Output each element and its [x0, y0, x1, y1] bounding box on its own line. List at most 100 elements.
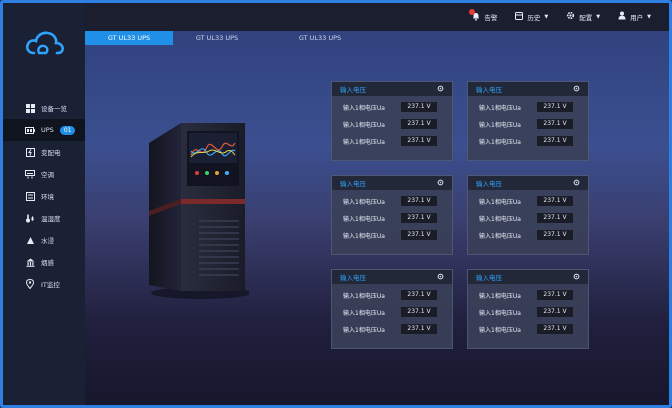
sidebar-item-label: IT监控 [41, 281, 60, 289]
gear-icon [566, 11, 575, 22]
alarm-label: 告警 [484, 13, 498, 22]
sidebar-item-label: 空调 [41, 171, 54, 179]
row-value: 237.1 V [401, 290, 437, 300]
cloud-logo-icon [25, 31, 64, 55]
user-label: 用户 [630, 13, 644, 22]
sidebar-item-label: 环境 [41, 193, 54, 201]
voltage-row: 输入1相电压Ua 237.1 V [468, 321, 588, 337]
row-value: 237.1 V [537, 213, 573, 223]
row-value: 237.1 V [537, 324, 573, 334]
row-value: 237.1 V [401, 102, 437, 112]
gear-icon[interactable] [573, 85, 580, 94]
chevron-down-icon: ▼ [596, 13, 601, 20]
sidebar-item-water-leak[interactable]: 水浸 [3, 229, 85, 251]
history-menu[interactable]: 历史 ▼ [515, 11, 548, 22]
row-value: 237.1 V [401, 136, 437, 146]
sidebar-item-air-conditioning[interactable]: 空调 [3, 163, 85, 185]
sidebar-item-label: 温湿度 [41, 215, 61, 223]
panel-header: 输入电压 [332, 270, 452, 284]
app-window: 设备一览 UPS 01 变配电 空调 环境 温湿度 水浸 烟感 IT监控 告警 … [0, 0, 672, 408]
ups-count-badge: 01 [59, 125, 76, 135]
row-label: 输入1相电压Ua [343, 292, 385, 300]
power-icon [25, 147, 35, 157]
thermometer-icon [25, 213, 35, 223]
bell-icon [469, 9, 480, 21]
row-value: 237.1 V [401, 213, 437, 223]
panel-title: 输入电压 [340, 274, 366, 282]
row-label: 输入1相电压Ua [343, 104, 385, 112]
gear-icon[interactable] [437, 273, 444, 282]
voltage-row: 输入1相电压Ua 237.1 V [332, 193, 452, 209]
row-label: 输入1相电压Ua [479, 215, 521, 223]
row-value: 237.1 V [537, 196, 573, 206]
sidebar-item-ups[interactable]: UPS 01 [3, 119, 85, 141]
row-label: 输入1相电压Ua [343, 232, 385, 240]
panel-title: 输入电压 [476, 180, 502, 188]
config-label: 配置 [579, 13, 593, 22]
voltage-row: 输入1相电压Ua 237.1 V [468, 116, 588, 132]
row-value: 237.1 V [401, 119, 437, 129]
panel-header: 输入电压 [468, 270, 588, 284]
tab-device-1[interactable]: GT UL33 UPS [85, 31, 173, 45]
panel-title: 输入电压 [476, 86, 502, 94]
user-icon [618, 11, 626, 22]
panel-header: 输入电压 [468, 176, 588, 190]
sidebar-item-it-monitoring[interactable]: IT监控 [3, 273, 85, 295]
device-tabs: GT UL33 UPS GT UL33 UPS GT UL33 UPS [85, 31, 379, 45]
row-value: 237.1 V [537, 230, 573, 240]
sidebar-item-temperature-humidity[interactable]: 温湿度 [3, 207, 85, 229]
config-menu[interactable]: 配置 ▼ [566, 11, 600, 22]
gear-icon[interactable] [437, 85, 444, 94]
row-label: 输入1相电压Ua [479, 292, 521, 300]
panel-header: 输入电压 [468, 82, 588, 96]
alarm-button[interactable]: 告警 [469, 9, 498, 22]
voltage-row: 输入1相电压Ua 237.1 V [332, 210, 452, 226]
voltage-row: 输入1相电压Ua 237.1 V [468, 99, 588, 115]
tab-device-2[interactable]: GT UL33 UPS [173, 31, 261, 45]
voltage-row: 输入1相电压Ua 237.1 V [468, 193, 588, 209]
gear-icon[interactable] [573, 179, 580, 188]
row-label: 输入1相电压Ua [479, 198, 521, 206]
sidebar-item-label: 烟感 [41, 259, 54, 267]
gear-icon[interactable] [573, 273, 580, 282]
input-voltage-panel: 输入电压 输入1相电压Ua 237.1 V 输入1相电压Ua 237.1 V 输入1… [467, 269, 589, 349]
voltage-row: 输入1相电压Ua 237.1 V [468, 304, 588, 320]
battery-icon [25, 125, 35, 135]
panel-title: 输入电压 [476, 274, 502, 282]
sidebar-item-environment[interactable]: 环境 [3, 185, 85, 207]
row-value: 237.1 V [537, 136, 573, 146]
chevron-down-icon: ▼ [544, 13, 549, 20]
voltage-row: 输入1相电压Ua 237.1 V [468, 227, 588, 243]
environment-icon [25, 191, 35, 201]
water-icon [25, 235, 35, 245]
row-label: 输入1相电压Ua [479, 232, 521, 240]
sidebar-item-label: 变配电 [41, 149, 61, 157]
row-value: 237.1 V [401, 307, 437, 317]
panel-title: 输入电压 [340, 180, 366, 188]
location-icon [25, 279, 35, 289]
input-voltage-panel: 输入电压 输入1相电压Ua 237.1 V 输入1相电压Ua 237.1 V 输入1… [331, 81, 453, 161]
tab-device-3[interactable]: GT UL33 UPS [261, 31, 379, 45]
row-value: 237.1 V [537, 102, 573, 112]
panel-header: 输入电压 [332, 176, 452, 190]
row-label: 输入1相电压Ua [343, 215, 385, 223]
row-value: 237.1 V [401, 196, 437, 206]
voltage-row: 输入1相电压Ua 237.1 V [332, 287, 452, 303]
panel-title: 输入电压 [340, 86, 366, 94]
panel-header: 输入电压 [332, 82, 452, 96]
top-bar: 告警 历史 ▼ 配置 ▼ 用户 ▼ [85, 3, 669, 31]
sidebar-item-power-distribution[interactable]: 变配电 [3, 141, 85, 163]
row-label: 输入1相电压Ua [343, 326, 385, 334]
user-menu[interactable]: 用户 ▼ [618, 11, 651, 22]
sidebar-item-overview[interactable]: 设备一览 [3, 97, 85, 119]
input-voltage-panel: 输入电压 输入1相电压Ua 237.1 V 输入1相电压Ua 237.1 V 输入1… [467, 175, 589, 255]
sidebar-nav: 设备一览 UPS 01 变配电 空调 环境 温湿度 水浸 烟感 IT监控 [3, 97, 85, 295]
voltage-row: 输入1相电压Ua 237.1 V [468, 133, 588, 149]
sidebar-item-label: 水浸 [41, 237, 54, 245]
gear-icon[interactable] [437, 179, 444, 188]
sidebar-item-smoke[interactable]: 烟感 [3, 251, 85, 273]
row-value: 237.1 V [537, 307, 573, 317]
row-label: 输入1相电压Ua [343, 121, 385, 129]
grid-icon [25, 103, 35, 113]
voltage-row: 输入1相电压Ua 237.1 V [332, 321, 452, 337]
